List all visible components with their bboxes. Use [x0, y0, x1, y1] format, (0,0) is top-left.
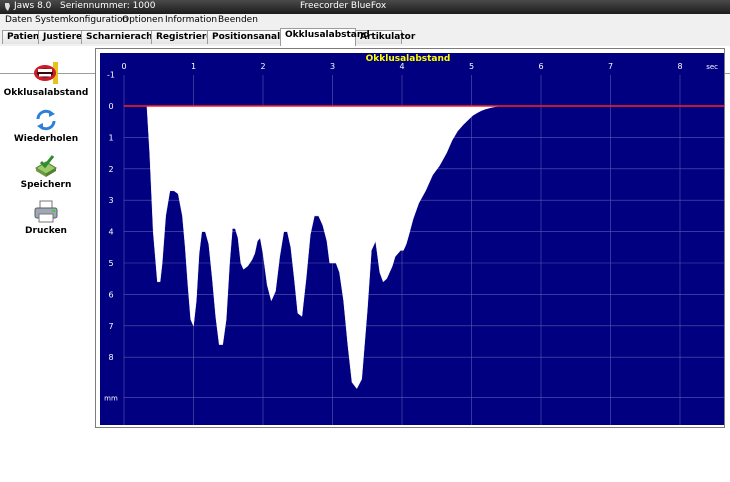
x-tick-label: 2: [260, 62, 265, 71]
save-check-icon: [35, 155, 57, 177]
sidebar: Okklusalabstand Wiederholen Speichern Dr…: [0, 46, 95, 426]
tab-bar: Patient Justieren Scharnierachse Registr…: [0, 28, 730, 74]
okklusal-chart: Okklusalabstand 0 1 2 3 4 5 6 7 8 sec -1 0 1 2 3 4 5 6 7 8 mm: [100, 53, 724, 425]
x-tick-label: 6: [538, 62, 543, 71]
x-tick-label: 8: [677, 62, 682, 71]
tab-positionsanalyse[interactable]: Positionsanalyse: [207, 30, 298, 44]
print-label: Drucken: [25, 226, 67, 236]
tab-scharnierachse[interactable]: Scharnierachse: [81, 30, 164, 44]
save-button[interactable]: Speichern: [0, 154, 92, 190]
x-tick-label: 5: [469, 62, 474, 71]
y-tick-label: 5: [108, 259, 113, 268]
y-tick-label: 2: [108, 165, 113, 174]
chart-panel: Okklusalabstand 0 1 2 3 4 5 6 7 8 sec -1 0 1 2 3 4 5 6 7 8 mm: [95, 48, 725, 428]
tab-registrieren[interactable]: Registrieren: [151, 30, 219, 44]
window-title: Jaws 8.0 Seriennummer: 1000: [14, 1, 156, 11]
x-tick-label: 0: [121, 62, 126, 71]
jaw-app-icon: [5, 3, 10, 11]
mouth-icon: [34, 62, 58, 84]
device-name: Freecorder BlueFox: [300, 1, 387, 11]
chart-title: Okklusalabstand: [366, 54, 451, 64]
printer-icon: [34, 200, 58, 223]
reload-label: Wiederholen: [13, 134, 79, 144]
y-tick-label: 0: [108, 102, 113, 111]
y-tick-label: 4: [108, 228, 113, 237]
x-tick-label: 4: [399, 62, 404, 71]
menu-daten[interactable]: Daten: [4, 15, 33, 25]
reload-button[interactable]: Wiederholen: [0, 108, 92, 144]
title-bar: Jaws 8.0 Seriennummer: 1000 Freecorder B…: [0, 0, 730, 14]
x-unit-label: sec: [706, 63, 718, 71]
x-tick-label: 1: [191, 62, 196, 71]
y-tick-label: 3: [108, 196, 113, 205]
okklusal-label: Okklusalabstand: [3, 88, 89, 98]
y-tick-label: 7: [108, 322, 113, 331]
y-tick-label: 8: [108, 353, 113, 362]
y-tick-label: -1: [107, 71, 115, 80]
x-tick-label: 3: [330, 62, 335, 71]
tab-justieren[interactable]: Justieren: [38, 30, 89, 44]
refresh-icon: [36, 109, 56, 131]
menu-information[interactable]: Information: [164, 15, 218, 25]
menu-systemkonfiguration[interactable]: Systemkonfiguration: [34, 15, 129, 25]
tab-okklusalabstand[interactable]: Okklusalabstand: [280, 28, 370, 46]
tab-patient[interactable]: Patient: [2, 30, 44, 44]
okklusal-button[interactable]: Okklusalabstand: [0, 60, 92, 98]
save-label: Speichern: [20, 180, 72, 190]
y-tick-label: 6: [108, 290, 113, 299]
print-button[interactable]: Drucken: [0, 200, 92, 236]
menu-beenden[interactable]: Beenden: [217, 15, 259, 25]
y-unit-label: mm: [104, 394, 118, 402]
y-tick-label: 1: [108, 133, 113, 142]
menu-bar: Daten Systemkonfiguration Optionen Infor…: [0, 14, 730, 29]
x-tick-label: 7: [608, 62, 613, 71]
menu-optionen[interactable]: Optionen: [121, 15, 164, 25]
